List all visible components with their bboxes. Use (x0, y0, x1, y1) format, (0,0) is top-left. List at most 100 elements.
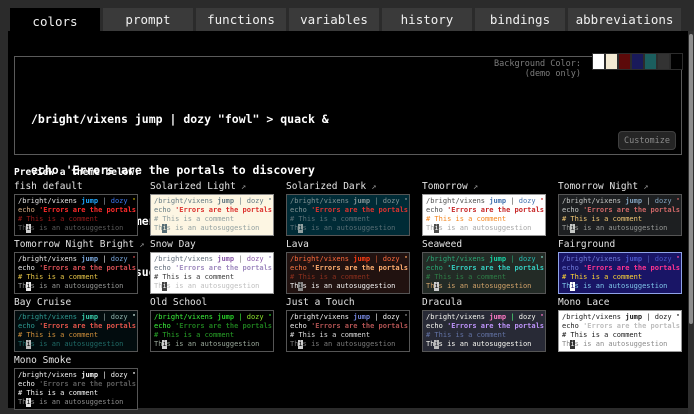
tab-colors[interactable]: colors (10, 8, 100, 34)
sample-line-3: # This is a comment (562, 331, 678, 340)
theme-sample-fish-default[interactable]: /bright/vixens jump | dozy "echo 'Errors… (14, 194, 138, 236)
external-link-icon[interactable]: ↗ (236, 182, 246, 192)
background-swatch-4[interactable] (631, 53, 644, 70)
tab-history[interactable]: history (382, 8, 472, 31)
theme-card-just-a-touch[interactable]: Just a Touch/bright/vixens jump | dozy "… (286, 297, 410, 352)
sample-line-4: This is an autosuggestion (18, 398, 134, 407)
theme-title-solarized-dark: Solarized Dark ↗ (286, 181, 410, 193)
theme-sample-mono-lace[interactable]: /bright/vixens jump | dozy "echo 'Errors… (558, 310, 682, 352)
sample-line-2: echo 'Errors are the portals (154, 322, 270, 331)
sample-line-3: # This is a comment (154, 331, 270, 340)
theme-title-mono-lace: Mono Lace (558, 297, 682, 309)
background-swatch-3[interactable] (618, 53, 631, 70)
theme-sample-snow-day[interactable]: /bright/vixens jump | dozy "echo 'Errors… (150, 252, 274, 294)
external-link-icon[interactable]: ↗ (638, 182, 648, 192)
customize-button[interactable]: Customize (618, 131, 676, 150)
background-swatches (592, 53, 683, 70)
tab-abbreviations[interactable]: abbreviations (568, 8, 681, 31)
sample-line-2: echo 'Errors are the portals (290, 264, 406, 273)
theme-card-mono-smoke[interactable]: Mono Smoke/bright/vixens jump | dozy "ec… (14, 355, 138, 410)
theme-sample-solarized-dark[interactable]: /bright/vixens jump | dozy "echo 'Errors… (286, 194, 410, 236)
tab-bindings[interactable]: bindings (475, 8, 565, 31)
theme-sample-tomorrow-night-bright[interactable]: /bright/vixens jump | dozy "echo 'Errors… (14, 252, 138, 294)
theme-card-bay-cruise[interactable]: Bay Cruise/bright/vixens jump | dozy "ec… (14, 297, 138, 352)
sample-line-3: # This is a comment (18, 331, 134, 340)
background-swatch-1[interactable] (592, 53, 605, 70)
sample-line-3: # This is a comment (290, 331, 406, 340)
sample-line-2: echo 'Errors are the portals (18, 380, 134, 389)
theme-name: Tomorrow Night (558, 181, 638, 192)
theme-sample-solarized-light[interactable]: /bright/vixens jump | dozy "echo 'Errors… (150, 194, 274, 236)
theme-sample-lava[interactable]: /bright/vixens jump | dozy "echo 'Errors… (286, 252, 410, 294)
sample-line-4: This is an autosuggestion (290, 224, 406, 233)
theme-sample-fairground[interactable]: /bright/vixens jump | dozy "echo 'Errors… (558, 252, 682, 294)
tab-prompt[interactable]: prompt (103, 8, 193, 31)
sample-line-2: echo 'Errors are the portals (18, 322, 134, 331)
external-link-icon[interactable]: ↗ (468, 182, 478, 192)
theme-title-tomorrow-night: Tomorrow Night ↗ (558, 181, 682, 193)
sample-line-2: echo 'Errors are the portals (18, 264, 134, 273)
theme-card-mono-lace[interactable]: Mono Lace/bright/vixens jump | dozy "ech… (558, 297, 682, 352)
theme-sample-dracula[interactable]: /bright/vixens jump | dozy "echo 'Errors… (422, 310, 546, 352)
theme-card-seaweed[interactable]: Seaweed/bright/vixens jump | dozy "echo … (422, 239, 546, 294)
theme-card-solarized-dark[interactable]: Solarized Dark ↗/bright/vixens jump | do… (286, 181, 410, 236)
theme-card-dracula[interactable]: Dracula/bright/vixens jump | dozy "echo … (422, 297, 546, 352)
theme-sample-mono-smoke[interactable]: /bright/vixens jump | dozy "echo 'Errors… (14, 368, 138, 410)
background-swatch-5[interactable] (644, 53, 657, 70)
sample-line-4: This is an autosuggestion (154, 224, 270, 233)
theme-title-mono-smoke: Mono Smoke (14, 355, 138, 367)
sample-line-1: /bright/vixens jump | dozy " (154, 197, 270, 206)
theme-sample-bay-cruise[interactable]: /bright/vixens jump | dozy "echo 'Errors… (14, 310, 138, 352)
theme-card-fish-default[interactable]: fish default/bright/vixens jump | dozy "… (14, 181, 138, 236)
theme-sample-seaweed[interactable]: /bright/vixens jump | dozy "echo 'Errors… (422, 252, 546, 294)
sample-line-2: echo 'Errors are the portals (426, 264, 542, 273)
sample-line-4: This is an autosuggestion (562, 340, 678, 349)
theme-sample-old-school[interactable]: /bright/vixens jump | dozy "echo 'Errors… (150, 310, 274, 352)
theme-name: fish default (14, 181, 83, 192)
terminal-preview: Background Color: (demo only) /bright/vi… (14, 56, 682, 155)
theme-card-tomorrow[interactable]: Tomorrow ↗/bright/vixens jump | dozy "ec… (422, 181, 546, 236)
sample-line-1: /bright/vixens jump | dozy " (290, 197, 406, 206)
sample-line-2: echo 'Errors are the portals (154, 206, 270, 215)
sample-line-1: /bright/vixens jump | dozy " (426, 255, 542, 264)
theme-sample-tomorrow-night[interactable]: /bright/vixens jump | dozy "echo 'Errors… (558, 194, 682, 236)
theme-name: Dracula (422, 297, 462, 308)
sample-line-2: echo 'Errors are the portals (426, 206, 542, 215)
scrollbar-thumb[interactable] (689, 34, 693, 324)
theme-card-tomorrow-night-bright[interactable]: Tomorrow Night Bright ↗/bright/vixens ju… (14, 239, 138, 294)
theme-sample-just-a-touch[interactable]: /bright/vixens jump | dozy "echo 'Errors… (286, 310, 410, 352)
tab-variables[interactable]: variables (289, 8, 379, 31)
theme-title-fish-default: fish default (14, 181, 138, 193)
sample-line-3: # This is a comment (154, 273, 270, 282)
theme-sample-tomorrow[interactable]: /bright/vixens jump | dozy "echo 'Errors… (422, 194, 546, 236)
theme-card-solarized-light[interactable]: Solarized Light ↗/bright/vixens jump | d… (150, 181, 274, 236)
theme-card-fairground[interactable]: Fairground/bright/vixens jump | dozy "ec… (558, 239, 682, 294)
sample-line-3: # This is a comment (426, 331, 542, 340)
tab-bar: colorspromptfunctionsvariableshistorybin… (10, 8, 684, 34)
theme-name: Lava (286, 239, 309, 250)
sample-line-3: # This is a comment (290, 273, 406, 282)
sample-line-3: # This is a comment (18, 389, 134, 398)
sample-line-4: This is an autosuggestion (154, 282, 270, 291)
background-swatch-6[interactable] (657, 53, 670, 70)
sample-line-4: This is an autosuggestion (18, 340, 134, 349)
sample-line-1: /bright/vixens jump | dozy " (154, 313, 270, 322)
theme-name: Bay Cruise (14, 297, 71, 308)
scrollbar[interactable] (688, 31, 694, 414)
theme-card-old-school[interactable]: Old School/bright/vixens jump | dozy "ec… (150, 297, 274, 352)
sample-line-2: echo 'Errors are the portals (426, 322, 542, 331)
background-swatch-7[interactable] (670, 53, 683, 70)
theme-card-snow-day[interactable]: Snow Day/bright/vixens jump | dozy "echo… (150, 239, 274, 294)
sample-line-4: This is an autosuggestion (562, 282, 678, 291)
theme-card-tomorrow-night[interactable]: Tomorrow Night ↗/bright/vixens jump | do… (558, 181, 682, 236)
theme-title-lava: Lava (286, 239, 410, 251)
sample-line-4: This is an autosuggestion (18, 282, 134, 291)
external-link-icon[interactable]: ↗ (366, 182, 376, 192)
external-link-icon[interactable]: ↗ (134, 240, 144, 250)
background-swatch-2[interactable] (605, 53, 618, 70)
theme-name: Mono Smoke (14, 355, 71, 366)
sample-line-4: This is an autosuggestion (154, 340, 270, 349)
theme-title-dracula: Dracula (422, 297, 546, 309)
tab-functions[interactable]: functions (196, 8, 286, 31)
theme-card-lava[interactable]: Lava/bright/vixens jump | dozy "echo 'Er… (286, 239, 410, 294)
